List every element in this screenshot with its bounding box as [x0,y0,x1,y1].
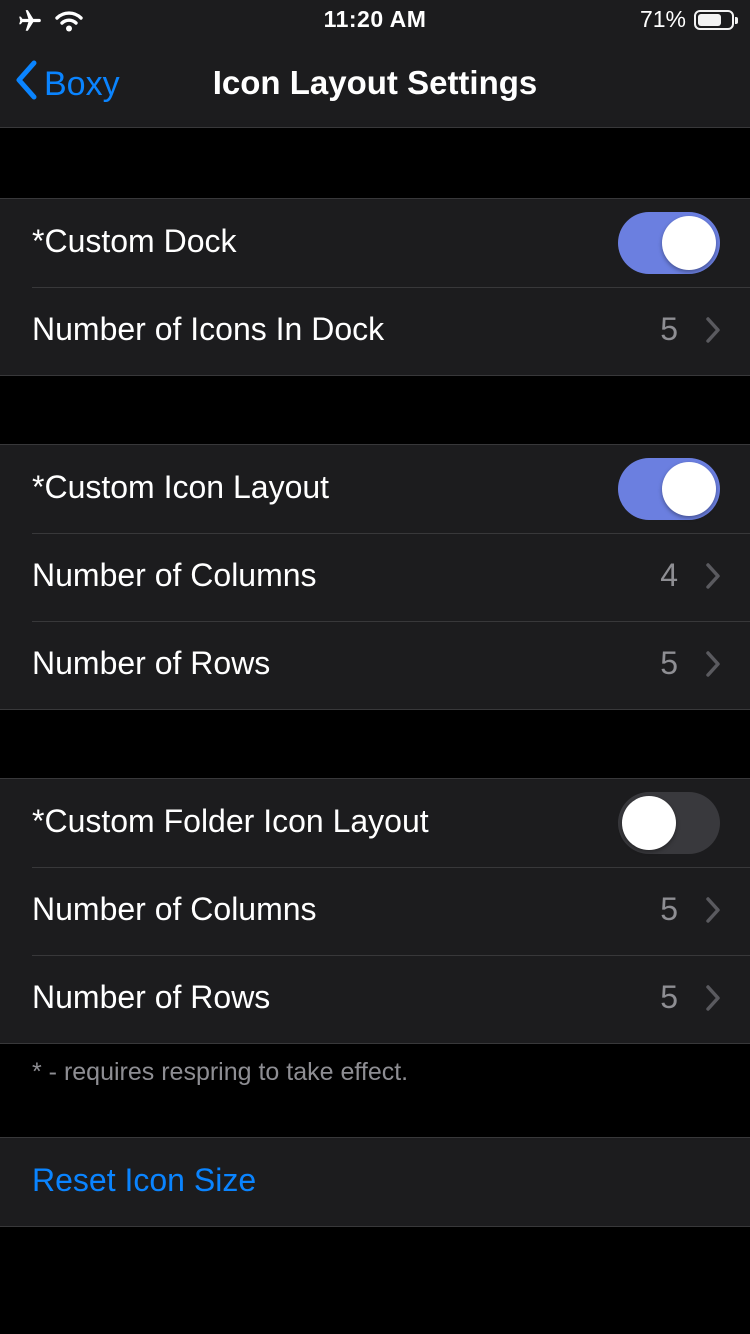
folder-rows-row[interactable]: Number of Rows 5 [0,955,750,1043]
battery-fill [698,13,721,26]
status-right: 71% [639,6,738,33]
icons-in-dock-value: 5 [660,311,678,347]
navigation-bar: Boxy Icon Layout Settings [0,40,750,128]
toggle-knob [662,462,716,516]
toggle-knob [662,216,716,270]
custom-folder-layout-label: *Custom Folder Icon Layout [32,803,429,839]
chevron-right-icon [706,897,720,928]
folder-columns-label: Number of Columns [32,891,317,927]
chevron-right-icon [706,985,720,1016]
chevron-right-icon [706,651,720,682]
custom-folder-layout-row: *Custom Folder Icon Layout [0,779,750,867]
icon-columns-value: 4 [660,557,678,593]
reset-icon-size-button[interactable]: Reset Icon Size [0,1138,750,1226]
custom-dock-label: *Custom Dock [32,223,237,259]
custom-icon-layout-label: *Custom Icon Layout [32,469,330,505]
folder-columns-row[interactable]: Number of Columns 5 [0,867,750,955]
page-title: Icon Layout Settings [212,64,538,101]
icon-rows-value: 5 [660,645,678,681]
folder-rows-label: Number of Rows [32,979,271,1015]
icon-columns-row[interactable]: Number of Columns 4 [0,533,750,621]
custom-icon-layout-toggle[interactable] [618,458,720,520]
icons-in-dock-label: Number of Icons In Dock [32,311,385,347]
custom-icon-layout-row: *Custom Icon Layout [0,445,750,533]
status-bar: 11:20 AM 71% [0,0,750,40]
custom-dock-toggle[interactable] [618,212,720,274]
chevron-right-icon [706,317,720,348]
icon-layout-section: *Custom Icon Layout Number of Columns 4 … [0,444,750,710]
folder-rows-value: 5 [660,979,678,1015]
status-time: 11:20 AM [323,6,427,32]
battery-percent: 71% [639,6,686,32]
dock-section: *Custom Dock Number of Icons In Dock 5 [0,198,750,376]
folder-columns-value: 5 [660,891,678,927]
icon-rows-label: Number of Rows [32,645,271,681]
folder-layout-section: *Custom Folder Icon Layout Number of Col… [0,778,750,1044]
chevron-right-icon [706,563,720,594]
custom-dock-row: *Custom Dock [0,199,750,287]
icons-in-dock-row[interactable]: Number of Icons In Dock 5 [0,287,750,375]
reset-section: Reset Icon Size [0,1137,750,1227]
toggle-knob [622,796,676,850]
reset-icon-size-label: Reset Icon Size [32,1162,257,1198]
icon-rows-row[interactable]: Number of Rows 5 [0,621,750,709]
custom-folder-layout-toggle[interactable] [618,792,720,854]
respring-footnote: * - requires respring to take effect. [32,1058,409,1086]
battery-icon [694,9,738,30]
icon-columns-label: Number of Columns [32,557,317,593]
